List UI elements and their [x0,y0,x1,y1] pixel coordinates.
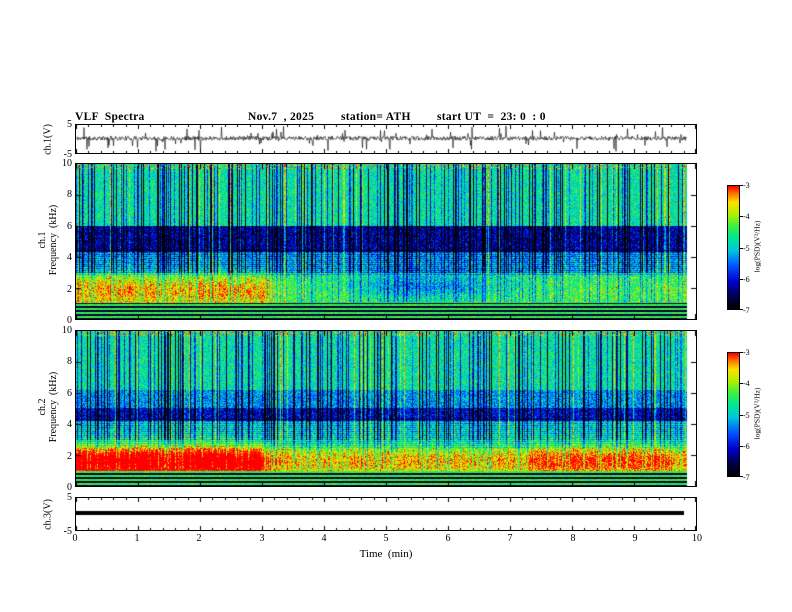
colorbar-tick-label: -7 [743,306,750,315]
x-tick-label: 5 [383,533,389,544]
y-tick-label: 6 [67,388,72,399]
ch2-frequency-axis-label-line1: ch.2 [37,398,48,416]
ch1-waveform-canvas [76,125,696,153]
colorbar-tick-label: -7 [743,473,750,482]
y-tick-label: 10 [62,158,72,169]
tick-mark [740,216,743,217]
tick-mark [740,415,743,416]
figure-date: Nov.7 , 2025 [248,111,315,123]
tick-mark [740,309,743,310]
colorbar-tick-label: -4 [743,379,750,388]
figure-title: VLF Spectra [75,111,145,123]
colorbar1-gradient [728,186,739,309]
x-tick-label: 2 [196,533,202,544]
ch3-voltage-panel [75,497,697,531]
x-tick-label: 0 [72,533,78,544]
time-axis-label: Time (min) [359,548,413,560]
y-tick-label: 5 [67,492,72,503]
x-tick-label: 1 [134,533,140,544]
tick-mark [740,383,743,384]
colorbar-ch1 [727,185,740,310]
y-tick-label: 4 [67,252,72,263]
tick-mark [740,352,743,353]
vlf-spectra-figure: VLF Spectra Nov.7 , 2025 station= ATH st… [0,0,792,612]
colorbar-tick-label: -5 [743,244,750,253]
x-tick-label: 9 [632,533,638,544]
colorbar-tick-label: -6 [743,275,750,284]
colorbar-tick-label: -6 [743,442,750,451]
y-tick-label: 5 [67,119,72,130]
colorbar-tick-label: -3 [743,181,750,190]
ch3-waveform-canvas [76,498,696,530]
tick-mark [740,248,743,249]
x-tick-label: 4 [321,533,327,544]
x-tick-label: 6 [445,533,451,544]
tick-mark [740,476,743,477]
colorbar-tick-label: -5 [743,411,750,420]
colorbar-ch2 [727,352,740,477]
station-label: station= ATH [341,111,411,123]
y-tick-label: 2 [67,451,72,462]
y-tick-label: 6 [67,221,72,232]
tick-mark [740,185,743,186]
y-tick-label: 8 [67,356,72,367]
ch2-spectrogram-canvas [76,331,696,486]
x-tick-label: 7 [507,533,513,544]
y-tick-label: 4 [67,419,72,430]
colorbar-tick-label: -4 [743,212,750,221]
colorbar-tick-label: -3 [743,348,750,357]
ch1-spectrogram-panel [75,163,697,320]
x-tick-label: 3 [259,533,265,544]
y-tick-label: 10 [62,325,72,336]
x-tick-label: 10 [692,533,702,544]
y-tick-label: 2 [67,284,72,295]
colorbar2-gradient [728,353,739,476]
y-tick-label: 8 [67,189,72,200]
ch1-spectrogram-canvas [76,164,696,319]
ch2-spectrogram-panel [75,330,697,487]
ch1-frequency-axis-label-line1: ch.1 [37,231,48,249]
x-tick-label: 8 [570,533,576,544]
tick-mark [740,446,743,447]
tick-mark [740,279,743,280]
start-ut-label: start UT = 23: 0 : 0 [437,111,546,123]
ch1-voltage-panel [75,124,697,154]
